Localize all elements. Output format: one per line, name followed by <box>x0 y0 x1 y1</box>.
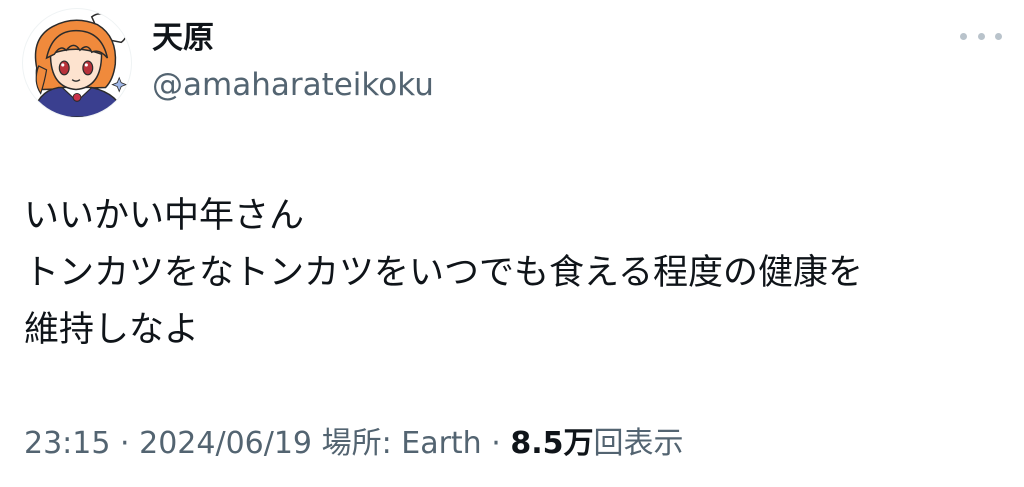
location-label: 場所: <box>321 426 392 461</box>
views-count: 8.5万 <box>510 426 594 461</box>
views-link[interactable]: 8.5万回表示 <box>510 426 683 461</box>
tweet-meta: 23:15 · 2024/06/19 場所: Earth · 8.5万回表示 <box>24 424 683 464</box>
location-value: Earth <box>401 426 482 461</box>
anime-avatar-icon <box>32 13 128 117</box>
more-options-button[interactable] <box>960 26 1002 46</box>
tweet-text-line: いいかい中年さん <box>24 196 305 236</box>
tweet-text: いいかい中年さん トンカツをなトンカツをいつでも食える程度の健康を 維持しなよ <box>24 188 1009 359</box>
more-dot-icon <box>995 32 1002 40</box>
tweet-text-line: 維持しなよ <box>24 310 200 350</box>
more-dot-icon <box>977 32 985 40</box>
user-handle[interactable]: @amaharateikoku <box>152 65 434 105</box>
tweet-text-line: トンカツをなトンカツをいつでも食える程度の健康を <box>24 253 863 293</box>
more-dot-icon <box>960 32 967 40</box>
views-label: 回表示 <box>593 426 684 461</box>
display-name[interactable]: 天原 <box>152 18 214 58</box>
tweet-date[interactable]: 2024/06/19 <box>139 426 312 461</box>
meta-separator: · <box>491 426 501 461</box>
tweet-time[interactable]: 23:15 <box>24 426 110 461</box>
avatar[interactable] <box>22 8 132 118</box>
meta-separator: · <box>120 426 130 461</box>
tweet-card: 天原 @amaharateikoku いいかい中年さん トンカツをなトンカツをい… <box>0 0 1024 487</box>
